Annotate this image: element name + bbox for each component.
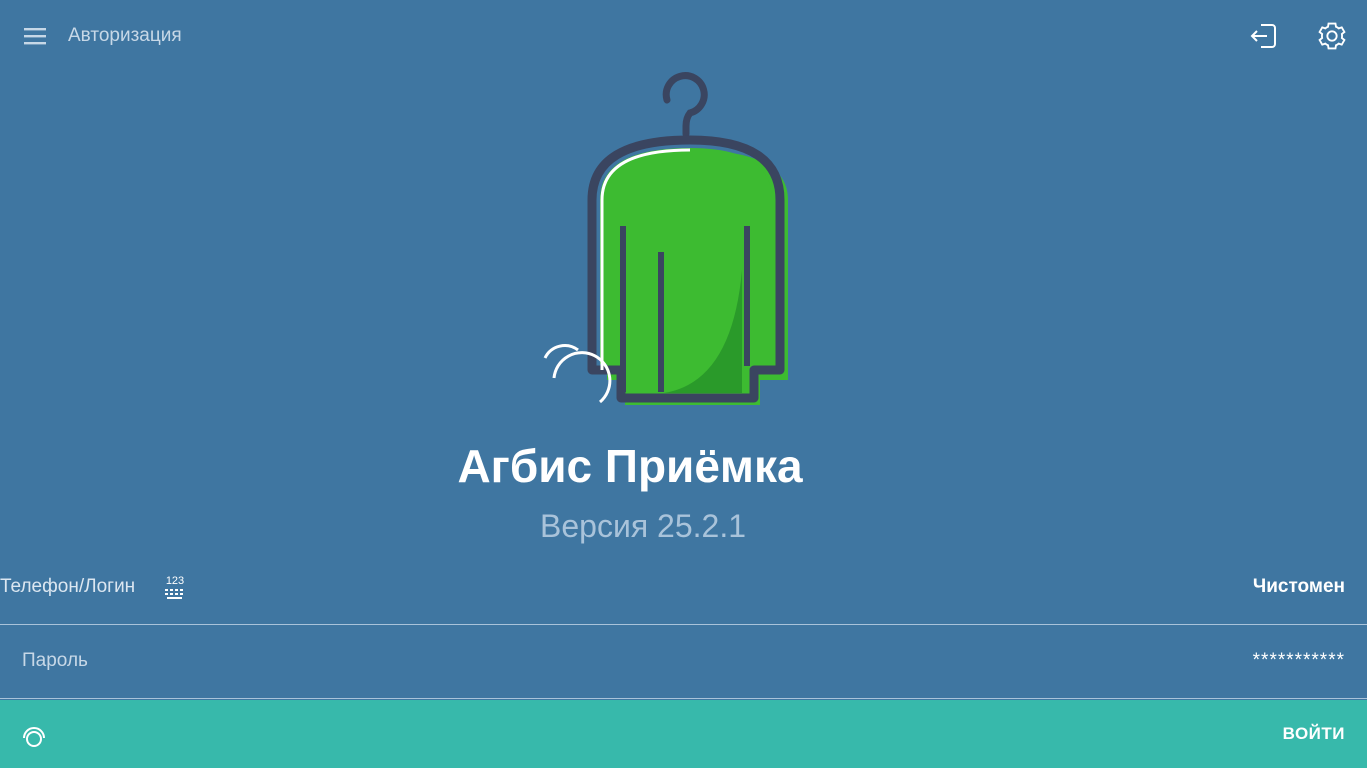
hamburger-menu-icon: [24, 28, 46, 45]
login-input[interactable]: Чистомен: [1253, 575, 1345, 599]
app-logo: [530, 72, 810, 412]
garment-hanger-logo: [543, 72, 788, 405]
login-label: Телефон/Логин: [0, 576, 136, 597]
logout-button[interactable]: [1248, 20, 1280, 52]
login-button[interactable]: ВОЙТИ: [1283, 722, 1345, 746]
password-field-row[interactable]: Пароль ***********: [0, 625, 1367, 699]
menu-button[interactable]: [20, 20, 50, 52]
numeric-keyboard-toggle[interactable]: 123: [162, 573, 188, 603]
keyboard-icon-text: 123: [166, 575, 184, 587]
numeric-keyboard-icon: 123: [165, 575, 184, 599]
gear-icon: [1318, 22, 1346, 50]
nfc-scan-button[interactable]: [20, 722, 48, 750]
password-input[interactable]: ***********: [1253, 649, 1345, 673]
page-title: Авторизация: [68, 25, 182, 46]
settings-button[interactable]: [1316, 20, 1348, 52]
app-version: Версия 25.2.1: [540, 508, 746, 544]
logout-door-icon: [1250, 24, 1276, 48]
password-label: Пароль: [22, 650, 88, 671]
app-name: Агбис Приёмка: [457, 440, 803, 492]
login-action-bar: ВОЙТИ: [0, 700, 1367, 768]
login-field-row[interactable]: Телефон/Логин 123 Чистомен: [0, 551, 1367, 625]
top-bar: Авторизация: [0, 0, 1367, 72]
nfc-scan-icon: [23, 727, 45, 747]
